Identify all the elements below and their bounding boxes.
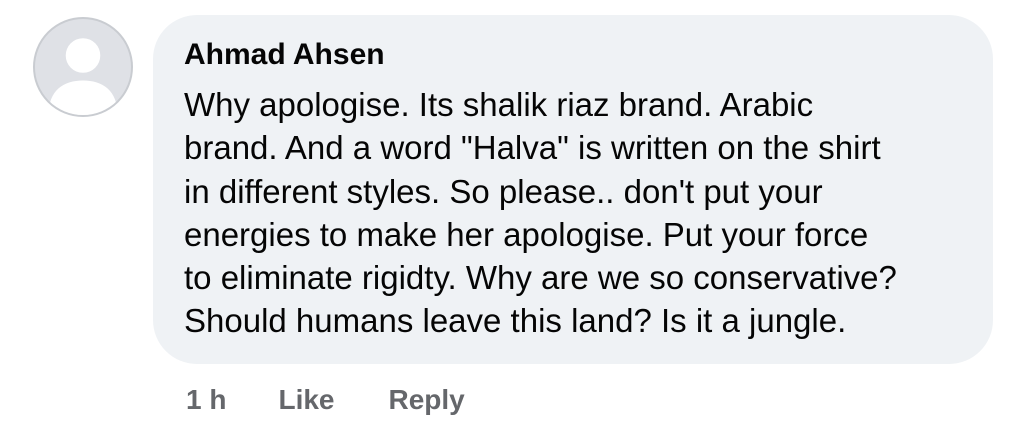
default-user-avatar-icon bbox=[48, 38, 118, 115]
comment-text-line: in different styles. So please.. don't p… bbox=[184, 172, 823, 210]
comment-text-line: Should humans leave this land? Is it a j… bbox=[184, 302, 847, 340]
comment: Ahmad Ahsen Why apologise. Its shalik ri… bbox=[0, 0, 1024, 435]
comment-timestamp[interactable]: 1 h bbox=[186, 384, 226, 416]
comment-text-line: energies to make her apologise. Put your… bbox=[184, 215, 869, 253]
reply-button[interactable]: Reply bbox=[389, 384, 465, 416]
like-button[interactable]: Like bbox=[278, 384, 334, 416]
comment-text-line: brand. And a word "Halva" is written on … bbox=[184, 129, 881, 167]
comment-actions: 1 h Like Reply bbox=[186, 380, 465, 420]
comment-text-line: to eliminate rigidty. Why are we so cons… bbox=[184, 259, 897, 297]
comment-text: Why apologise. Its shalik riaz brand. Ar… bbox=[184, 83, 963, 343]
comment-bubble: Ahmad Ahsen Why apologise. Its shalik ri… bbox=[153, 15, 993, 364]
comment-text-line: Why apologise. Its shalik riaz brand. Ar… bbox=[184, 86, 814, 123]
avatar[interactable] bbox=[33, 17, 133, 117]
comment-author-name[interactable]: Ahmad Ahsen bbox=[184, 37, 963, 73]
